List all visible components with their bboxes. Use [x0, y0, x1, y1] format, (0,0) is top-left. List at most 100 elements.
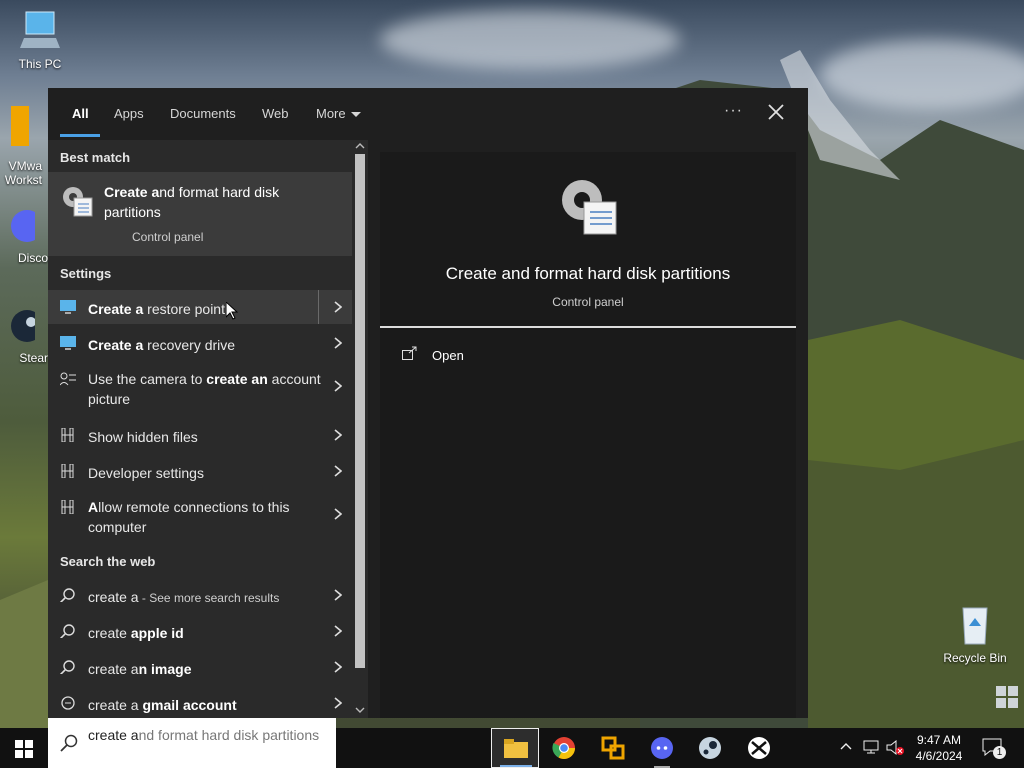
section-settings: Settings	[60, 266, 112, 281]
active-app-indicator	[500, 765, 532, 767]
open-icon	[402, 346, 417, 360]
chevron-right-icon[interactable]	[334, 508, 342, 520]
chevron-right-icon[interactable]	[334, 465, 342, 477]
desktop-icon-vmware[interactable]: VMwa Workst	[0, 104, 42, 187]
chevron-right-icon[interactable]	[334, 380, 342, 392]
caret-down-icon	[350, 112, 361, 118]
settings-item-account-picture[interactable]: Use the camera to create an account pict…	[48, 362, 352, 410]
desktop-icon-recycle-bin[interactable]: Recycle Bin	[935, 602, 1015, 665]
chevron-right-icon[interactable]	[334, 429, 342, 441]
steam-icon	[11, 310, 43, 342]
web-item-label: create a gmail account	[88, 697, 237, 713]
widgets-icon[interactable]	[996, 686, 1018, 708]
notification-center[interactable]: 1	[982, 738, 1006, 759]
close-icon[interactable]	[766, 102, 786, 122]
search-tabs: All Apps Documents Web More ···	[48, 88, 808, 140]
developer-tools-icon	[61, 464, 74, 478]
taskbar-app-xbox[interactable]	[735, 728, 783, 768]
discord-icon	[651, 737, 673, 759]
web-item-see-more[interactable]: create a - See more search results	[48, 578, 352, 612]
settings-item-hidden-files[interactable]: Show hidden files	[48, 418, 352, 452]
chevron-right-icon[interactable]	[334, 697, 342, 709]
network-icon[interactable]	[863, 740, 879, 754]
taskbar-app-vmware[interactable]	[589, 728, 637, 768]
search-suggestion-text: nd format hard disk partitions	[138, 727, 320, 743]
best-match-title-bold: Create a	[104, 184, 160, 200]
control-panel-gear-icon	[63, 187, 93, 217]
best-match-subtitle: Control panel	[132, 230, 204, 244]
settings-item-developer-settings[interactable]: Developer settings	[48, 454, 352, 488]
tab-apps[interactable]: Apps	[114, 106, 144, 121]
scroll-up-arrow-icon[interactable]	[355, 142, 365, 150]
clock-time: 9:47 AM	[916, 733, 962, 747]
desktop-icon-discord[interactable]: Disco	[0, 204, 48, 265]
active-tab-indicator	[60, 134, 100, 137]
search-typed-text: create a	[88, 727, 139, 743]
search-icon	[60, 734, 78, 752]
volume-muted-icon[interactable]	[886, 740, 904, 756]
taskbar-app-discord[interactable]	[638, 728, 686, 768]
settings-item-label: Developer settings	[88, 465, 204, 481]
search-icon	[60, 624, 75, 638]
open-label: Open	[432, 348, 464, 363]
chevron-right-icon[interactable]	[334, 661, 342, 673]
web-item-image[interactable]: create an image	[48, 650, 352, 684]
mouse-cursor-icon	[226, 302, 238, 320]
desktop-icon-label: Disco	[17, 251, 48, 265]
desktop-icon-steam[interactable]: Stear	[0, 306, 48, 365]
taskbar-app-file-explorer[interactable]	[491, 728, 539, 768]
vmware-icon	[601, 736, 625, 760]
web-item-gmail[interactable]: create a gmail account	[48, 686, 352, 720]
preview-pane: Create and format hard disk partitions C…	[380, 152, 796, 718]
desktop-icon-label: VMwa	[8, 159, 42, 173]
chevron-right-icon[interactable]	[334, 337, 342, 349]
windows-start-icon[interactable]	[15, 740, 33, 758]
results-scrollbar[interactable]	[352, 140, 368, 718]
computer-icon	[20, 11, 60, 48]
chevron-right-icon[interactable]	[334, 625, 342, 637]
web-item-label: create apple id	[88, 625, 184, 641]
tab-all[interactable]: All	[72, 106, 89, 121]
more-options-icon[interactable]: ···	[724, 102, 743, 120]
settings-item-label: Show hidden files	[88, 429, 198, 445]
taskbar-search-input[interactable]: create and format hard disk partitions	[48, 718, 336, 768]
scrollbar-thumb[interactable]	[355, 154, 365, 668]
best-match-item[interactable]: Create and format hard disk partitions C…	[48, 172, 352, 256]
taskbar-app-chrome[interactable]	[540, 728, 588, 768]
monitor-icon	[60, 300, 76, 314]
recycle-bin-icon	[962, 607, 988, 645]
settings-item-label: Allow remote connections to this compute…	[88, 499, 290, 535]
desktop-icon-label: This PC	[18, 57, 62, 71]
taskbar-app-steam[interactable]	[686, 728, 734, 768]
clock-date: 4/6/2024	[915, 749, 963, 763]
settings-item-restore-point[interactable]: Create a restore point	[48, 290, 352, 324]
chevron-up-icon[interactable]	[840, 742, 852, 750]
web-item-label: create an image	[88, 661, 192, 677]
tab-documents[interactable]: Documents	[170, 106, 236, 121]
desktop-icon-this-pc[interactable]: This PC	[0, 8, 80, 71]
preview-subtitle: Control panel	[552, 295, 624, 309]
best-match-title: Create and format hard disk partitions	[104, 182, 334, 222]
section-search-web: Search the web	[60, 554, 156, 569]
settings-item-label: Create a restore point	[88, 301, 225, 317]
settings-item-label: Create a recovery drive	[88, 337, 236, 353]
taskbar-clock[interactable]: 9:47 AM 4/6/2024	[908, 732, 970, 764]
settings-item-remote-connections[interactable]: Allow remote connections to this compute…	[48, 490, 352, 538]
chrome-icon	[552, 737, 575, 759]
settings-item-label: Use the camera to create an account pict…	[88, 371, 321, 407]
preview-divider	[380, 326, 796, 328]
scroll-down-arrow-icon[interactable]	[355, 706, 365, 714]
developer-tools-icon	[61, 500, 74, 514]
vmware-icon	[11, 106, 29, 146]
folder-icon	[504, 739, 528, 758]
chevron-right-icon[interactable]	[334, 301, 342, 313]
results-list: Best match Create and format hard disk p…	[48, 140, 352, 718]
discord-icon	[11, 210, 43, 242]
xbox-icon	[748, 737, 770, 759]
notification-badge: 1	[993, 746, 1006, 759]
tab-more[interactable]: More	[316, 106, 361, 121]
chevron-right-icon[interactable]	[334, 589, 342, 601]
tab-web[interactable]: Web	[262, 106, 289, 121]
web-item-apple-id[interactable]: create apple id	[48, 614, 352, 648]
settings-item-recovery-drive[interactable]: Create a recovery drive	[48, 326, 352, 360]
